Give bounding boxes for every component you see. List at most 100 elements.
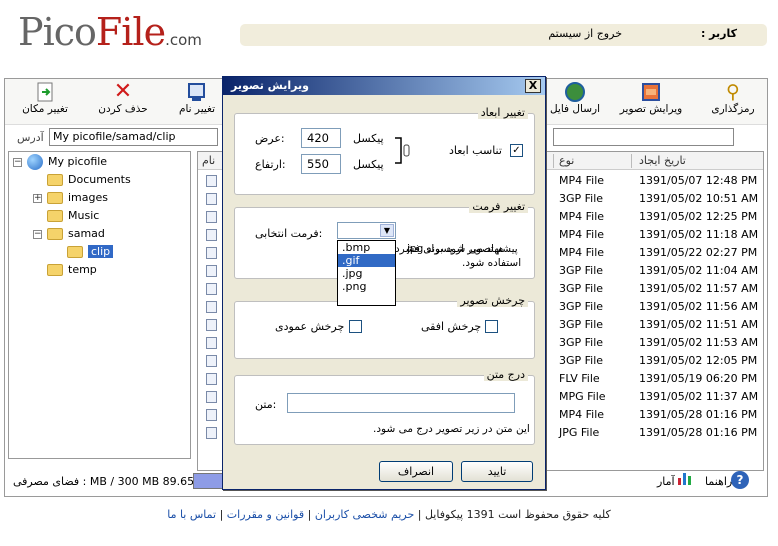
format-option-gif[interactable]: .gif [338, 254, 395, 267]
link-icon [393, 136, 413, 169]
tree-item-label: images [68, 191, 108, 204]
folder-icon [47, 174, 63, 186]
file-type: MP4 File [559, 228, 605, 241]
file-type: 3GP File [559, 282, 604, 295]
file-icon [206, 229, 217, 241]
help-icon[interactable]: ? [731, 471, 749, 489]
encrypt-label: رمزگذاری [711, 103, 755, 115]
cancel-button[interactable]: انصراف [379, 461, 453, 482]
file-date: 1391/05/02 12:05 PM [639, 354, 758, 367]
picofile-logo[interactable]: PicoFile.com [18, 10, 202, 62]
file-icon [206, 193, 217, 205]
rotate-group: چرخش تصویر چرخش افقی چرخش عمودی [234, 294, 535, 359]
file-type: MP4 File [559, 408, 605, 421]
file-icon [206, 337, 217, 349]
used-space: 89.65 MB / 300 MB : فضای مصرفی [13, 475, 195, 488]
insert-text-group: درج متن :متن این متن در زیر تصویر درج می… [234, 368, 535, 445]
edit-image-label: ویرایش تصویر [619, 103, 683, 115]
file-date: 1391/05/02 11:04 AM [639, 264, 759, 277]
tree-item-label: Documents [68, 173, 131, 186]
delete-button[interactable]: ✕ حذف کردن [87, 81, 159, 123]
width-label: :عرض [255, 132, 285, 145]
address-label: آدرس [17, 131, 44, 144]
file-icon [206, 283, 217, 295]
footer: کلیه حقوق محفوظ است 1391 پیکوفایل | حریم… [0, 508, 778, 521]
tree-item-samad[interactable]: − samad [33, 226, 105, 242]
file-date: 1391/05/28 01:16 PM [639, 426, 758, 439]
folder-icon [47, 210, 63, 222]
flip-vertical-label: چرخش عمودی [275, 320, 345, 333]
dialog-title: ویرایش تصویر [231, 79, 309, 92]
resize-group: تغییر ابعاد :عرض 420 پیکسل :ارتفاع 550 پ… [234, 106, 535, 195]
edit-image-dialog: ویرایش تصویر X تغییر ابعاد :عرض 420 پیکس… [222, 76, 546, 490]
width-input[interactable]: 420 [301, 128, 341, 148]
file-date: 1391/05/22 02:27 PM [639, 246, 758, 259]
flip-horizontal-label: چرخش افقی [421, 320, 482, 333]
ok-button[interactable]: تایید [461, 461, 533, 482]
logo-domain: .com [165, 31, 202, 49]
globe-send-icon [563, 81, 587, 103]
file-icon [206, 355, 217, 367]
file-icon [206, 211, 217, 223]
dialog-titlebar[interactable]: ویرایش تصویر X [223, 77, 545, 95]
tree-item-music[interactable]: Music [47, 208, 99, 224]
privacy-link[interactable]: حریم شخصی کاربران [315, 508, 414, 521]
text-input[interactable] [287, 393, 515, 413]
file-type: 3GP File [559, 318, 604, 331]
format-option-bmp[interactable]: .bmp [338, 241, 395, 254]
file-type: MP4 File [559, 174, 605, 187]
send-file-button[interactable]: ارسال فایل [539, 81, 611, 123]
address-input-right[interactable] [553, 128, 734, 146]
format-option-png[interactable]: .png [338, 280, 395, 293]
flip-vertical-checkbox[interactable] [349, 320, 362, 333]
tree-item-documents[interactable]: Documents [47, 172, 131, 188]
collapse-icon[interactable]: − [13, 157, 22, 167]
file-type: MP4 File [559, 210, 605, 223]
contact-link[interactable]: تماس با ما [167, 508, 216, 521]
col-type-header[interactable]: نوع [559, 154, 574, 167]
edit-image-button[interactable]: ویرایش تصویر [615, 81, 687, 123]
format-option-jpg[interactable]: .jpg [338, 267, 395, 280]
file-type: 3GP File [559, 336, 604, 349]
bar-chart-icon[interactable] [677, 471, 693, 485]
logout-link[interactable]: خروج از سیستم [548, 27, 622, 40]
tree-item-label: clip [88, 245, 114, 258]
footer-separator: | [219, 508, 224, 521]
col-name-header[interactable]: نام [202, 154, 215, 167]
height-label: :ارتفاع [255, 158, 286, 171]
aspect-ratio-label: تناسب ابعاد [449, 144, 502, 157]
height-input[interactable]: 550 [301, 154, 341, 174]
file-icon [206, 175, 217, 187]
chevron-down-icon[interactable]: ▼ [380, 224, 394, 237]
tree-item-clip[interactable]: clip [67, 244, 114, 260]
key-icon: ⚲ [726, 81, 740, 103]
width-unit: پیکسل [353, 132, 384, 145]
aspect-ratio-checkbox[interactable]: ✓ [510, 144, 523, 157]
globe-icon [27, 154, 43, 170]
user-bar: کاربر : خروج از سیستم [240, 24, 767, 46]
file-date: 1391/05/02 11:57 AM [639, 282, 759, 295]
encrypt-button[interactable]: ⚲ رمزگذاری [697, 81, 769, 123]
file-date: 1391/05/28 01:16 PM [639, 408, 758, 421]
folder-icon [47, 264, 63, 276]
move-button[interactable]: تغییر مکان [9, 81, 81, 123]
tree-item-images[interactable]: + images [33, 190, 108, 206]
rules-link[interactable]: قوانین و مقررات [227, 508, 304, 521]
tree-root[interactable]: − My picofile [13, 154, 107, 170]
format-select[interactable]: ▼ [337, 222, 396, 239]
rotate-group-title: چرخش تصویر [457, 294, 528, 307]
collapse-icon[interactable]: − [33, 229, 42, 239]
flip-horizontal-checkbox[interactable] [485, 320, 498, 333]
stats-link[interactable]: آمار [657, 475, 675, 488]
text-note: این متن در زیر تصویر درج می شود. [373, 423, 530, 435]
expand-icon[interactable]: + [33, 193, 42, 203]
col-date-header[interactable]: تاریخ ایجاد [639, 154, 686, 167]
file-type: FLV File [559, 372, 600, 385]
help-link[interactable]: راهنما [705, 475, 732, 488]
move-icon [33, 81, 57, 103]
tree-item-temp[interactable]: temp [47, 262, 97, 278]
file-type: 3GP File [559, 264, 604, 277]
address-input[interactable]: My picofile/samad/clip [49, 128, 218, 146]
height-unit: پیکسل [353, 158, 384, 171]
close-icon[interactable]: X [525, 79, 541, 93]
